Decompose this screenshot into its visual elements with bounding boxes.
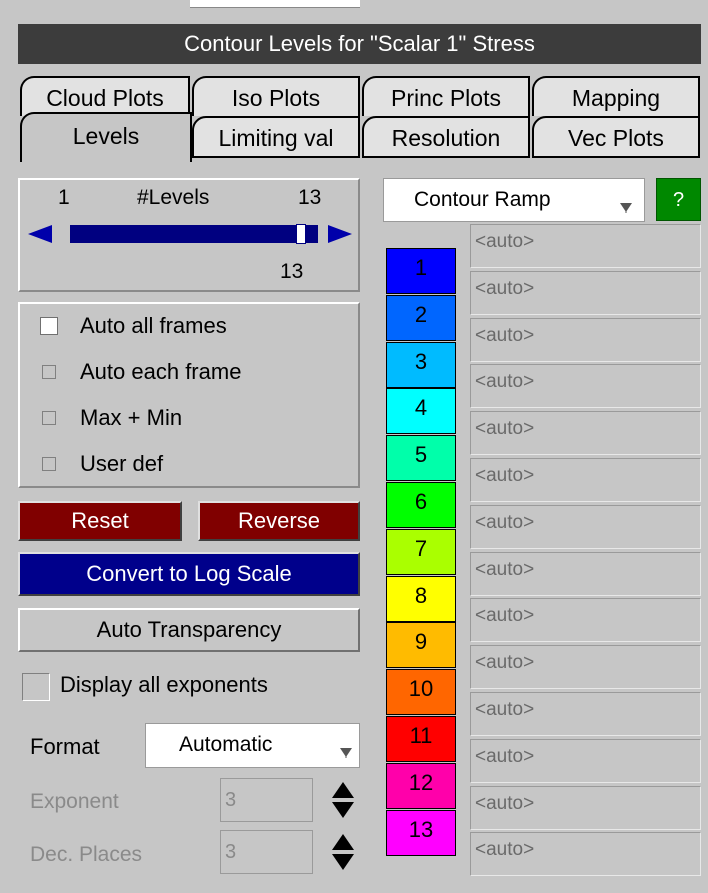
slider-label: #Levels (137, 186, 210, 209)
exponent-label: Exponent (30, 790, 119, 813)
panel-title: Contour Levels for "Scalar 1" Stress (18, 24, 701, 64)
level-swatch-1[interactable]: 1 (386, 248, 456, 294)
level-swatch-7[interactable]: 7 (386, 528, 456, 575)
tab-iso-plots[interactable]: Iso Plots (192, 76, 360, 116)
auto-value-field[interactable]: <auto> (470, 458, 701, 502)
tab-label: Iso Plots (231, 85, 321, 111)
auto-value-field[interactable]: <auto> (470, 551, 701, 596)
tab-resolution[interactable]: Resolution (362, 116, 530, 158)
level-swatch-10[interactable]: 10 (386, 669, 456, 716)
checkbox-icon (42, 457, 56, 471)
tab-limiting-val[interactable]: Limiting val (192, 116, 360, 158)
auto-value-field[interactable]: <auto> (470, 270, 701, 315)
auto-value-field[interactable]: <auto> (470, 738, 701, 783)
option-label: Auto all frames (80, 313, 227, 338)
tab-label: Limiting val (218, 125, 334, 151)
auto-value-field[interactable]: <auto> (470, 411, 701, 456)
tab-label: Princ Plots (391, 85, 501, 111)
auto-value-field[interactable]: <auto> (470, 224, 701, 268)
reset-button[interactable]: Reset (18, 501, 182, 541)
auto-value-field[interactable]: <auto> (470, 785, 701, 830)
auto-value-field[interactable]: <auto> (470, 692, 701, 736)
slider-value: 13 (280, 260, 304, 283)
convert-log-scale-button[interactable]: Convert to Log Scale (18, 552, 360, 596)
level-swatch-8[interactable]: 8 (386, 575, 456, 622)
slider-fill (70, 225, 318, 243)
auto-value-field[interactable]: <auto> (470, 364, 701, 409)
level-swatch-4[interactable]: 4 (386, 388, 456, 435)
level-swatch-9[interactable]: 9 (386, 622, 456, 669)
level-swatch-3[interactable]: 3 (386, 341, 456, 388)
level-swatch-11[interactable]: 11 (386, 716, 456, 762)
auto-value-field[interactable]: <auto> (470, 832, 701, 877)
user-def-option[interactable]: User def (36, 450, 163, 478)
slider-max: 13 (298, 186, 322, 209)
tab-cloud-plots[interactable]: Cloud Plots (20, 76, 190, 116)
reverse-button[interactable]: Reverse (198, 501, 360, 541)
slider-track[interactable] (70, 225, 318, 243)
format-value: Automatic (179, 733, 273, 756)
checkbox-icon (42, 411, 56, 425)
auto-each-frame-option[interactable]: Auto each frame (36, 358, 241, 386)
option-label: Auto each frame (80, 359, 242, 384)
auto-value-field[interactable]: <auto> (470, 504, 701, 549)
level-swatch-13[interactable]: 13 (386, 809, 456, 856)
format-label: Format (30, 734, 100, 759)
tab-princ-plots[interactable]: Princ Plots (362, 76, 530, 116)
level-swatch-5[interactable]: 5 (386, 435, 456, 482)
level-swatch-6[interactable]: 6 (386, 482, 456, 528)
auto-all-frames-option[interactable]: Auto all frames (36, 312, 227, 340)
max-min-option[interactable]: Max + Min (36, 404, 182, 432)
slider-left-arrow-icon[interactable] (26, 224, 54, 244)
display-exponents-checkbox[interactable] (22, 673, 50, 701)
option-label: User def (80, 451, 164, 476)
exponent-field[interactable]: 3 (220, 778, 313, 822)
dropdown-arrow-icon (340, 748, 352, 758)
tab-label: Vec Plots (568, 125, 664, 151)
option-label: Max + Min (80, 405, 183, 430)
contour-ramp-dropdown[interactable]: Contour Ramp (383, 178, 645, 222)
tab-label: Resolution (391, 125, 501, 151)
checkbox-checked-icon (40, 317, 58, 335)
tab-levels[interactable]: Levels (20, 112, 192, 162)
tab-mapping[interactable]: Mapping (532, 76, 700, 116)
auto-transparency-button[interactable]: Auto Transparency (18, 608, 360, 652)
slider-min: 1 (58, 186, 70, 209)
dec-places-field[interactable]: 3 (220, 830, 313, 874)
contour-ramp-value: Contour Ramp (414, 188, 551, 211)
auto-value-field[interactable]: <auto> (470, 317, 701, 362)
checkbox-icon (42, 365, 56, 379)
tab-vec-plots[interactable]: Vec Plots (532, 116, 700, 158)
exponent-stepper-icon[interactable] (330, 780, 356, 820)
top-notch (190, 0, 360, 8)
dec-places-label: Dec. Places (30, 843, 143, 866)
slider-thumb[interactable] (296, 224, 306, 244)
dec-places-stepper-icon[interactable] (330, 832, 356, 872)
auto-value-field[interactable]: <auto> (470, 598, 701, 643)
level-swatch-12[interactable]: 12 (386, 762, 456, 809)
auto-value-field[interactable]: <auto> (470, 645, 701, 690)
level-swatch-2[interactable]: 2 (386, 294, 456, 341)
slider-right-arrow-icon[interactable] (326, 224, 354, 244)
tab-label: Mapping (571, 85, 661, 111)
help-button[interactable]: ? (656, 178, 701, 221)
format-dropdown[interactable]: Automatic (145, 723, 360, 768)
dropdown-arrow-icon (620, 203, 632, 213)
tab-label: Levels (72, 123, 140, 149)
display-exponents-label: Display all exponents (60, 672, 268, 697)
